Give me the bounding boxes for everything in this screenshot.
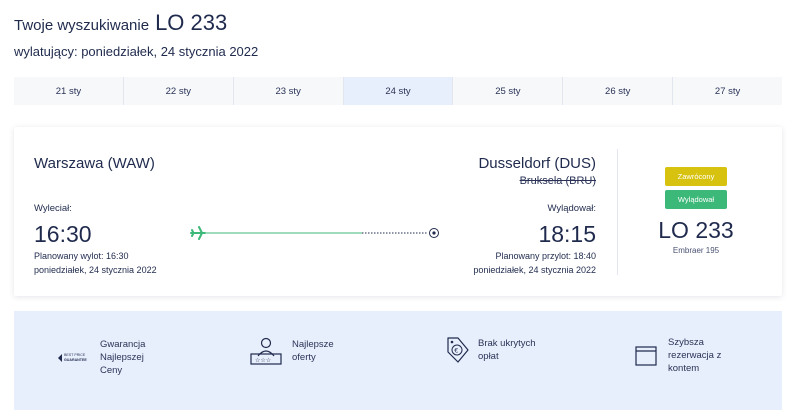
arrival-planned: Planowany przylot: 18:40 bbox=[495, 251, 596, 261]
best-price-guarantee-icon: BEST PRICE GUARANTEE bbox=[58, 353, 87, 362]
origin-city: Warszawa (WAW) bbox=[34, 155, 155, 172]
benefit-best-price: BEST PRICE GUARANTEE Gwarancja Najlepsze… bbox=[56, 338, 145, 377]
benefit-best-price-line1: Gwarancja bbox=[100, 339, 146, 350]
benefit-faster-booking-text: Szybsza rezerwacja z kontem bbox=[668, 336, 721, 375]
benefit-faster-booking: Szybsza rezerwacja z kontem bbox=[634, 336, 721, 375]
flight-card: Warszawa (WAW) Dusseldorf (DUS) Bruksela… bbox=[14, 127, 782, 296]
search-flight-number: LO 233 bbox=[155, 10, 228, 35]
date-tab-23[interactable]: 23 sty bbox=[234, 77, 344, 105]
benefits-bar: BEST PRICE GUARANTEE Gwarancja Najlepsze… bbox=[14, 311, 782, 410]
destination-dot-icon bbox=[429, 228, 439, 238]
badge-text-top: BEST PRICE bbox=[64, 353, 86, 357]
date-tab-24-active[interactable]: 24 sty bbox=[343, 77, 454, 105]
departure-time: 16:30 bbox=[34, 221, 92, 247]
benefit-best-offers-line2: oferty bbox=[292, 352, 316, 363]
benefit-no-fees-text: Brak ukrytych opłat bbox=[478, 337, 536, 363]
arrival-date: poniedziałek, 24 stycznia 2022 bbox=[473, 265, 596, 275]
benefit-best-price-line3: Ceny bbox=[100, 365, 123, 376]
benefit-best-offers-text: Najlepsze oferty bbox=[292, 338, 334, 364]
departure-date-subtitle: wylatujący: poniedziałek, 24 stycznia 20… bbox=[14, 44, 259, 59]
status-badge-landed: Wylądował bbox=[665, 190, 727, 209]
original-destination: Bruksela (BRU) bbox=[519, 175, 596, 187]
badge-text-bottom: GUARANTEE bbox=[64, 358, 87, 362]
search-title: Twoje wyszukiwanie LO 233 bbox=[14, 10, 227, 36]
departure-planned: Planowany wylot: 16:30 bbox=[34, 251, 129, 261]
benefit-no-fees: € Brak ukrytych opłat bbox=[444, 336, 536, 364]
card-divider bbox=[617, 149, 618, 275]
date-strip: 21 sty 22 sty 23 sty 24 sty 25 sty 26 st… bbox=[14, 77, 782, 105]
price-tag-icon: € bbox=[447, 337, 469, 363]
benefit-faster-booking-line2: rezerwacja z bbox=[668, 350, 722, 361]
airplane-icon bbox=[190, 226, 206, 240]
departure-date: poniedziałek, 24 stycznia 2022 bbox=[34, 265, 157, 275]
benefit-faster-booking-line3: kontem bbox=[668, 363, 700, 374]
date-tab-25[interactable]: 25 sty bbox=[453, 77, 564, 105]
flight-route bbox=[190, 226, 439, 240]
svg-text:☆☆☆: ☆☆☆ bbox=[255, 357, 271, 364]
benefit-best-price-text: Gwarancja Najlepszej Ceny bbox=[100, 338, 145, 377]
best-offers-icon: ☆☆☆ bbox=[250, 337, 282, 365]
benefit-best-price-line2: Najlepszej bbox=[100, 352, 144, 363]
date-tab-22[interactable]: 22 sty bbox=[124, 77, 234, 105]
destination-city: Dusseldorf (DUS) bbox=[478, 155, 596, 172]
benefit-no-fees-line1: Brak ukrytych bbox=[478, 338, 536, 349]
arrival-time: 18:15 bbox=[538, 221, 596, 247]
arrival-label: Wylądował: bbox=[547, 203, 597, 214]
departure-label: Wyleciał: bbox=[34, 203, 72, 214]
date-tab-26[interactable]: 26 sty bbox=[563, 77, 674, 105]
browser-window-icon bbox=[635, 345, 657, 366]
search-title-prefix: Twoje wyszukiwanie bbox=[14, 17, 150, 34]
svg-text:€: € bbox=[454, 347, 458, 355]
aircraft-type: Embraer 195 bbox=[672, 246, 720, 255]
date-tab-21[interactable]: 21 sty bbox=[14, 77, 124, 105]
status-badge-returned: Zawrócony bbox=[665, 167, 727, 186]
benefit-faster-booking-line1: Szybsza bbox=[668, 337, 704, 348]
benefit-no-fees-line2: opłat bbox=[478, 351, 499, 362]
benefit-best-offers: ☆☆☆ Najlepsze oferty bbox=[248, 336, 334, 366]
date-tab-27[interactable]: 27 sty bbox=[673, 77, 782, 105]
flight-number: LO 233 bbox=[658, 217, 734, 243]
benefit-best-offers-line1: Najlepsze bbox=[292, 339, 334, 350]
